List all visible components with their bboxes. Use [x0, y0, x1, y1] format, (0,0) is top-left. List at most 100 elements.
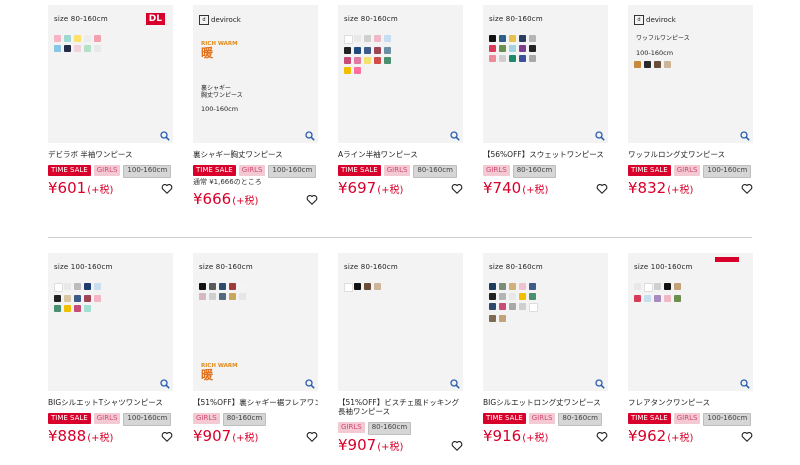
- product-photo[interactable]: d devirock ワッフルワンピース 100-160cm: [628, 5, 753, 143]
- zoom-icon[interactable]: [305, 379, 315, 389]
- size-badge: 100-160cm: [703, 165, 752, 178]
- color-swatch: [229, 293, 236, 300]
- regular-price-note: 通常 ¥1,666のところ: [193, 178, 262, 186]
- zoom-icon[interactable]: [740, 379, 750, 389]
- product-name[interactable]: BIGシルエットロング丈ワンピース: [483, 398, 608, 407]
- product-grid-2: size 100-160cm BIGシルエットTシャツワンピース TIME SALE…: [48, 238, 753, 453]
- size-range-label: size 80-160cm: [489, 263, 543, 271]
- favorite-heart-icon[interactable]: [741, 183, 753, 195]
- zoom-icon[interactable]: [160, 131, 170, 141]
- product-card[interactable]: size 80-160cm 【56%OFF】スウェットワンピース GIRLS 80-1…: [483, 5, 608, 207]
- product-photo[interactable]: size 100-160cm: [628, 253, 753, 391]
- product-photo[interactable]: size 80-160cm: [483, 253, 608, 391]
- product-card[interactable]: size 80-160cm BIGシルエットロング丈ワンピース TIME SALE G…: [483, 253, 608, 453]
- color-swatch: [509, 45, 516, 52]
- color-swatches: [489, 283, 538, 322]
- brand-box-icon: d: [199, 15, 209, 25]
- color-swatch: [64, 35, 71, 42]
- color-swatch: [489, 293, 496, 300]
- product-name[interactable]: 【51%OFF】ビスチェ風ドッキング長袖ワンピース: [338, 398, 463, 416]
- product-card[interactable]: size 80-160cm 【51%OFF】ビスチェ風ドッキング長袖ワンピース GI…: [338, 253, 463, 453]
- photo-background: [628, 5, 753, 143]
- product-name[interactable]: 【51%OFF】裏シャギー裾フレアワンピース: [193, 398, 318, 407]
- color-swatch: [199, 283, 206, 290]
- color-swatch: [674, 283, 681, 290]
- girls-badge: GIRLS: [193, 413, 220, 424]
- tax-note: (+税): [522, 185, 549, 196]
- color-swatch: [219, 293, 226, 300]
- zoom-icon[interactable]: [595, 379, 605, 389]
- product-photo[interactable]: size 80-160cm: [483, 5, 608, 143]
- feature-text: 裏シャギー 胸丈ワンピース: [201, 85, 243, 99]
- girls-badge: GIRLS: [93, 165, 121, 176]
- size-range-label: size 80-160cm: [54, 15, 108, 23]
- color-swatch: [384, 47, 391, 54]
- favorite-heart-icon[interactable]: [741, 431, 753, 443]
- product-card[interactable]: size 80-160cm DL デビラボ 半袖ワンピース TIME SALE GIRL…: [48, 5, 173, 207]
- size-badge: 80-160cm: [367, 422, 412, 435]
- product-name[interactable]: デビラボ 半袖ワンピース: [48, 150, 173, 159]
- product-card[interactable]: size 80-160cm RICH WARM 暖 【51%OFF】裏シャギー裾…: [193, 253, 318, 453]
- color-swatch: [529, 55, 536, 62]
- zoom-icon[interactable]: [740, 131, 750, 141]
- product-photo[interactable]: size 80-160cm: [338, 253, 463, 391]
- product-tags: TIME SALE GIRLS 100-160cm: [628, 165, 753, 178]
- favorite-heart-icon[interactable]: [306, 431, 318, 443]
- product-photo[interactable]: size 80-160cm DL: [48, 5, 173, 143]
- color-swatch: [239, 293, 246, 300]
- color-swatches: [344, 35, 391, 74]
- favorite-heart-icon[interactable]: [451, 440, 463, 452]
- product-name[interactable]: BIGシルエットTシャツワンピース: [48, 398, 173, 407]
- color-swatch: [239, 283, 246, 290]
- zoom-icon[interactable]: [160, 379, 170, 389]
- color-swatch: [529, 35, 536, 42]
- color-swatch: [634, 61, 641, 68]
- rich-warm-badge: RICH WARM 暖: [201, 41, 238, 60]
- color-swatch: [344, 67, 351, 74]
- favorite-heart-icon[interactable]: [306, 194, 318, 206]
- color-swatches: [489, 35, 536, 62]
- product-card[interactable]: size 100-160cm BIGシルエットTシャツワンピース TIME SALE…: [48, 253, 173, 453]
- product-name[interactable]: 【56%OFF】スウェットワンピース: [483, 150, 608, 159]
- photo-background: [483, 253, 608, 391]
- product-tags: TIME SALE GIRLS 80-160cm: [483, 413, 608, 426]
- zoom-icon[interactable]: [305, 131, 315, 141]
- time-sale-badge: TIME SALE: [338, 165, 381, 176]
- color-swatch: [489, 55, 496, 62]
- product-photo[interactable]: d devirock RICH WARM 暖 裏シャギー 胸丈ワンピース 100-1…: [193, 5, 318, 143]
- color-swatch: [664, 295, 671, 302]
- favorite-heart-icon[interactable]: [161, 183, 173, 195]
- color-swatch: [84, 295, 91, 302]
- price-line: ¥907 (+税): [338, 437, 463, 453]
- product-photo[interactable]: size 80-160cm RICH WARM 暖: [193, 253, 318, 391]
- sale-price: ¥907: [338, 436, 377, 454]
- product-card[interactable]: size 80-160cm Aライン半袖ワンピース TIME SALE GIRLS 80…: [338, 5, 463, 207]
- product-name[interactable]: フレアタンクワンピース: [628, 398, 753, 407]
- product-card[interactable]: size 100-160cm フレアタンクワンピース TIME SALE GIRLS 1…: [628, 253, 753, 453]
- favorite-heart-icon[interactable]: [596, 431, 608, 443]
- tax-note: (+税): [232, 196, 259, 207]
- color-swatch: [84, 305, 91, 312]
- product-name[interactable]: ワッフルロング丈ワンピース: [628, 150, 753, 159]
- product-photo[interactable]: size 80-160cm: [338, 5, 463, 143]
- product-card[interactable]: d devirock ワッフルワンピース 100-160cm ワッフルロング丈ワンピース…: [628, 5, 753, 207]
- girls-badge: GIRLS: [528, 413, 556, 424]
- color-swatch: [54, 45, 61, 52]
- zoom-icon[interactable]: [595, 131, 605, 141]
- size-badge: 100-160cm: [703, 413, 752, 426]
- favorite-heart-icon[interactable]: [451, 183, 463, 195]
- color-swatch: [364, 47, 371, 54]
- product-name[interactable]: Aライン半袖ワンピース: [338, 150, 463, 159]
- favorite-heart-icon[interactable]: [161, 431, 173, 443]
- product-name[interactable]: 裏シャギー胸丈ワンピース: [193, 150, 318, 159]
- product-row-2: size 100-160cm BIGシルエットTシャツワンピース TIME SALE…: [48, 253, 753, 453]
- color-swatch: [54, 305, 61, 312]
- product-photo[interactable]: size 100-160cm: [48, 253, 173, 391]
- time-sale-badge: TIME SALE: [628, 165, 671, 176]
- time-sale-badge: TIME SALE: [193, 165, 236, 176]
- favorite-heart-icon[interactable]: [596, 183, 608, 195]
- color-swatch: [644, 61, 651, 68]
- zoom-icon[interactable]: [450, 379, 460, 389]
- zoom-icon[interactable]: [450, 131, 460, 141]
- product-card[interactable]: d devirock RICH WARM 暖 裏シャギー 胸丈ワンピース 100-1…: [193, 5, 318, 207]
